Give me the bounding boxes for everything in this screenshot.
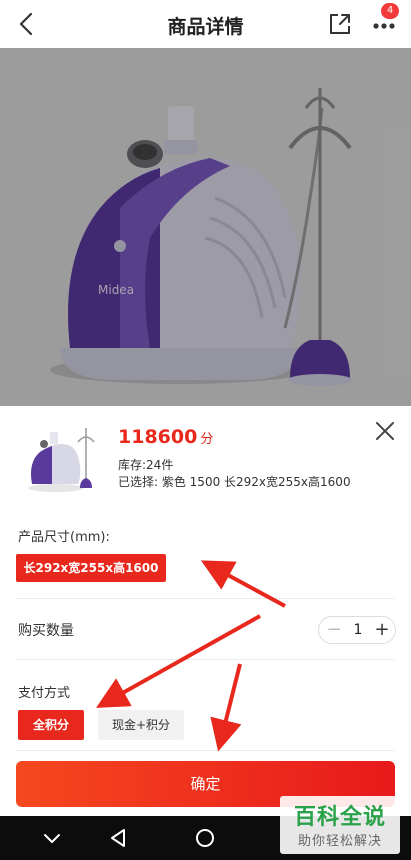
price-value: 118600	[118, 426, 198, 448]
dim-overlay[interactable]	[0, 48, 411, 406]
price: 118600 分	[118, 426, 213, 448]
increase-button[interactable]: +	[373, 617, 391, 643]
watermark-title: 百科全说	[293, 805, 386, 830]
payment-option-points[interactable]: 全积分	[18, 710, 84, 740]
chevron-down-icon[interactable]	[40, 826, 64, 850]
quantity-value[interactable]: 1	[347, 617, 369, 643]
selected-spec-text: 已选择: 紫色 1500 长292x宽255x高1600	[118, 475, 351, 489]
size-label: 产品尺寸(mm):	[18, 530, 110, 545]
product-image: Midea	[0, 48, 411, 406]
spec-selector-sheet: 118600 分 库存:24件 已选择: 紫色 1500 长292x宽255x高1…	[0, 406, 411, 816]
product-thumbnail	[18, 418, 106, 496]
home-circle-icon[interactable]	[193, 826, 217, 850]
payment-option-cash-points[interactable]: 现金+积分	[98, 710, 184, 740]
stock-text: 库存:24件	[118, 458, 174, 472]
back-triangle-icon[interactable]	[106, 826, 130, 850]
close-icon[interactable]	[374, 420, 396, 442]
payment-label: 支付方式	[18, 686, 71, 701]
quantity-stepper: − 1 +	[318, 616, 396, 644]
divider	[16, 598, 395, 599]
share-icon[interactable]	[328, 12, 352, 36]
decrease-button[interactable]: −	[325, 617, 343, 643]
page: 商品详情 4 Midea 118600 分 库存:24件 已选择: 紫色 150…	[0, 0, 411, 860]
top-bar: 商品详情 4	[0, 0, 411, 48]
divider	[16, 750, 395, 751]
size-option-chip[interactable]: 长292x宽255x高1600	[16, 554, 166, 582]
divider	[16, 659, 395, 660]
notification-badge: 4	[381, 3, 399, 19]
watermark-subtitle: 助你轻松解决	[297, 834, 382, 849]
quantity-label: 购买数量	[18, 623, 74, 639]
watermark: 百科全说 助你轻松解决	[280, 796, 400, 854]
price-unit: 分	[200, 432, 214, 447]
